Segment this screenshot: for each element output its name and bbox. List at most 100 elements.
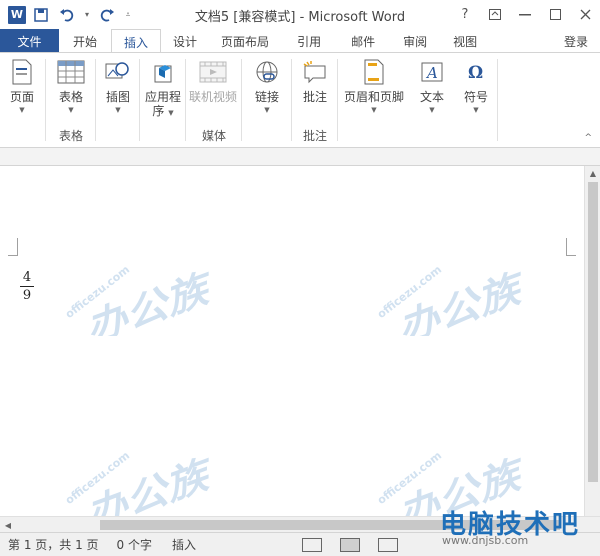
header-footer-button[interactable]: 页眉和页脚 ▼: [342, 57, 406, 114]
read-mode-icon[interactable]: [302, 538, 322, 552]
table-icon: [56, 57, 86, 87]
scroll-left-icon[interactable]: ◀: [0, 517, 16, 533]
link-icon: [252, 57, 282, 87]
window-title: 文档5 [兼容模式] - Microsoft Word: [194, 10, 406, 25]
tab-page-layout[interactable]: 页面布局: [209, 29, 281, 53]
watermark-logo: officezu.com 办公族: [62, 246, 212, 354]
links-label: 链接: [254, 90, 279, 104]
comment-label: 批注: [302, 90, 327, 104]
chevron-down-icon: ▼: [115, 106, 121, 114]
close-icon[interactable]: [570, 0, 600, 29]
save-icon[interactable]: [30, 4, 52, 26]
group-links: 链接 ▼: [242, 53, 292, 148]
svg-text:办公族: 办公族: [90, 263, 211, 336]
apps-label: 应用程序 ▼: [144, 90, 181, 118]
title-bar: W ▾ ⩡ 文档5 [兼容模式] - Microsoft Word ?: [0, 0, 600, 29]
omega-icon: Ω: [461, 57, 491, 87]
window-controls: ?: [450, 0, 600, 29]
svg-text:办公族: 办公族: [90, 449, 211, 516]
redo-icon[interactable]: [96, 4, 118, 26]
links-button[interactable]: 链接 ▼: [245, 57, 289, 114]
fraction-numerator: 4: [22, 270, 32, 285]
apps-button[interactable]: 应用程序 ▼: [141, 57, 185, 120]
maximize-icon[interactable]: [540, 0, 570, 29]
group-illustrations: 插图 ▼: [96, 53, 140, 148]
help-button[interactable]: ?: [450, 0, 480, 29]
page-icon: [7, 57, 37, 87]
brand-url: www.dnjsb.com: [442, 534, 529, 547]
table-button[interactable]: 表格 ▼: [49, 57, 93, 114]
group-comments: 批注 批注: [292, 53, 338, 148]
text-button[interactable]: A 文本 ▼: [410, 57, 454, 114]
quick-access-toolbar: W ▾ ⩡: [0, 0, 134, 29]
vertical-scroll-thumb[interactable]: [588, 182, 598, 482]
text-label: 文本: [419, 90, 444, 104]
fraction-equation[interactable]: 4 9: [20, 270, 34, 303]
group-label-comments: 批注: [302, 129, 327, 143]
illustrations-label: 插图: [105, 90, 130, 104]
tab-review[interactable]: 审阅: [389, 29, 441, 53]
pages-label: 页面: [9, 90, 34, 104]
tab-file[interactable]: 文件: [0, 29, 59, 53]
watermark-logo: officezu.com 办公族: [374, 246, 524, 354]
chevron-down-icon: ▼: [371, 106, 377, 114]
chevron-down-icon: ▼: [68, 106, 74, 114]
print-layout-icon[interactable]: [340, 538, 360, 552]
tab-view[interactable]: 视图: [441, 29, 489, 53]
illustration-icon: [103, 57, 133, 87]
chevron-down-icon: ▼: [429, 106, 435, 114]
tab-design[interactable]: 设计: [161, 29, 209, 53]
header-footer-label: 页眉和页脚: [343, 90, 404, 104]
scroll-up-icon[interactable]: ▲: [585, 166, 600, 180]
group-text: A 文本 ▼: [410, 53, 454, 148]
fraction-bar: [20, 286, 34, 287]
group-label-tables: 表格: [58, 129, 83, 143]
video-icon: [198, 57, 228, 87]
tab-references[interactable]: 引用: [281, 29, 337, 53]
word-window: W ▾ ⩡ 文档5 [兼容模式] - Microsoft Word ? 文件 开…: [0, 0, 600, 556]
apps-icon: [148, 57, 178, 87]
ribbon-tabs: 文件 开始 插入 设计 页面布局 引用 邮件 审阅 视图 登录: [0, 29, 600, 54]
pages-button[interactable]: 页面 ▼: [0, 57, 44, 114]
undo-dropdown-icon[interactable]: ▾: [82, 4, 92, 26]
ribbon-display-options-icon[interactable]: [480, 0, 510, 29]
web-layout-icon[interactable]: [378, 538, 398, 552]
tab-insert[interactable]: 插入: [111, 29, 162, 54]
login-link[interactable]: 登录: [564, 33, 588, 50]
group-tables: 表格 ▼ 表格: [46, 53, 96, 148]
word-count[interactable]: 0 个字: [117, 536, 152, 553]
group-separator: [497, 59, 498, 141]
crop-mark-left: [8, 238, 18, 256]
undo-icon[interactable]: [56, 4, 78, 26]
group-header-footer: 页眉和页脚 ▼: [338, 53, 410, 148]
document-area[interactable]: 4 9 officezu.com 办公族 officezu.com 办公族 of…: [0, 166, 584, 516]
comment-button[interactable]: 批注: [293, 57, 337, 104]
vertical-scrollbar[interactable]: ▲: [584, 166, 600, 516]
watermark-logo: officezu.com 办公族: [62, 432, 212, 516]
chevron-down-icon: ▼: [264, 106, 270, 114]
tab-home[interactable]: 开始: [59, 29, 111, 53]
group-apps: 应用程序 ▼: [140, 53, 186, 148]
svg-text:办公族: 办公族: [402, 263, 523, 336]
minimize-icon[interactable]: [510, 0, 540, 29]
site-brand-watermark: 电脑技术吧 www.dnjsb.com: [440, 504, 580, 547]
symbols-button[interactable]: Ω 符号 ▼: [454, 57, 498, 114]
collapse-ribbon-icon[interactable]: ^: [584, 133, 592, 143]
page-count[interactable]: 第 1 页，共 1 页: [8, 536, 99, 553]
illustrations-button[interactable]: 插图 ▼: [96, 57, 140, 114]
insert-mode[interactable]: 插入: [172, 536, 196, 553]
svg-text:A: A: [425, 64, 438, 82]
group-pages: 页面 ▼: [0, 53, 46, 148]
chevron-down-icon: ▼: [473, 106, 479, 114]
online-video-label: 联机视频: [189, 90, 238, 104]
online-video-button[interactable]: 联机视频: [189, 57, 238, 104]
word-logo-icon[interactable]: W: [8, 5, 26, 24]
tab-mailings[interactable]: 邮件: [337, 29, 389, 53]
group-media: 联机视频 媒体: [186, 53, 242, 148]
symbols-label: 符号: [463, 90, 488, 104]
ribbon-insert: 页面 ▼ 表格 ▼ 表格 插图 ▼ 应用程 序 ▼ 联机视频 媒体 链接 ▼ 批…: [0, 52, 600, 148]
header-footer-icon: [359, 57, 389, 87]
group-symbols: Ω 符号 ▼: [454, 53, 498, 148]
fraction-denominator: 9: [22, 288, 32, 303]
customize-qat-icon[interactable]: ⩡: [122, 4, 134, 26]
